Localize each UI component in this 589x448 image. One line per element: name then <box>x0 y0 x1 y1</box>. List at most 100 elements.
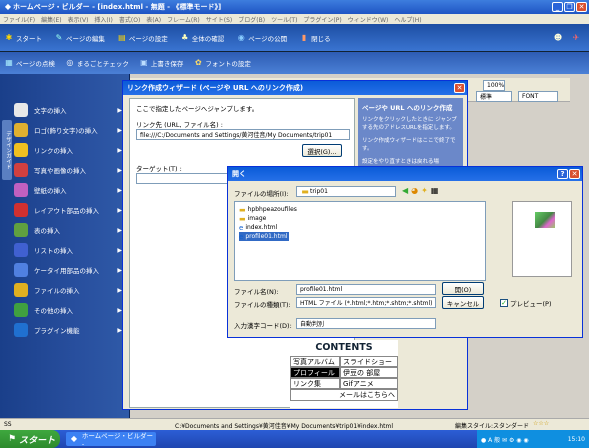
sidebar-item-10[interactable]: その他の挿入 ▶ <box>14 300 128 320</box>
page-check-icon: ▦ <box>5 58 13 67</box>
start-button[interactable]: ✱ スタート <box>4 33 42 43</box>
menu-item-9[interactable]: ツール(T) <box>271 15 297 24</box>
status-style: 編集スタイル:スタンダード <box>455 423 530 430</box>
menu-item-10[interactable]: プラグイン(P) <box>303 15 341 24</box>
open-dialog-titlebar: 開く ? ✕ <box>228 167 582 181</box>
menu-item-1[interactable]: 編集(E) <box>41 15 61 24</box>
preview-pane <box>512 201 572 277</box>
wizard-close-button[interactable]: ✕ <box>454 83 465 93</box>
file-name: image <box>247 215 267 222</box>
menu-item-6[interactable]: フレーム(R) <box>167 15 200 24</box>
tray-icons[interactable]: ● A 般 ✉ ⚙ ◉ ◉ <box>481 435 529 444</box>
taskbar-start-button[interactable]: ⚑ スタート <box>0 430 60 448</box>
file-list-item[interactable]: e profile01.html <box>239 232 290 241</box>
font-settings-button[interactable]: ✿ フォントの設定 <box>193 58 251 69</box>
menu-item-7[interactable]: サイト(S) <box>206 15 233 24</box>
open-dialog-title: 開く <box>232 170 246 178</box>
sidebar-item-4[interactable]: 壁紙の挿入 ▶ <box>14 180 128 200</box>
minimize-button[interactable]: _ <box>552 2 563 12</box>
contents-cell-gif[interactable]: Gifアニメ <box>340 378 398 389</box>
sidebar-item-9[interactable]: ファイルの挿入 ▶ <box>14 280 128 300</box>
location-select[interactable]: ▬ trip01 <box>296 186 396 197</box>
contents-cell-mail[interactable]: メールはこちらへ <box>290 389 398 401</box>
sidebar-item-8[interactable]: ケータイ用部品の挿入 ▶ <box>14 260 128 280</box>
sidebar-item-label: その他の挿入 <box>34 307 73 315</box>
filename-label: ファイル名(N): <box>234 288 279 296</box>
contents-cell-profile[interactable]: プロフィール <box>290 367 340 378</box>
window-titlebar: ◆ ホームページ・ビルダー - [index.html - 無題 - 《標準モー… <box>0 0 589 14</box>
nav-buttons: ◀ ◕ ✦ ▦ <box>402 186 438 195</box>
help-icon[interactable]: ✈ <box>571 33 581 43</box>
menu-item-0[interactable]: ファイル(F) <box>3 15 35 24</box>
page-check-button[interactable]: ▦ ページの点検 <box>4 58 55 69</box>
menu-item-8[interactable]: ブログ(B) <box>238 15 265 24</box>
style2-select[interactable]: 標準 <box>476 91 512 102</box>
up-folder-icon[interactable]: ◕ <box>411 186 418 195</box>
batch-check-button[interactable]: ◎ まるごとチェック <box>65 58 129 69</box>
page-settings-button[interactable]: ▤ ページの設定 <box>117 33 168 43</box>
sidebar-item-2[interactable]: リンクの挿入 ▶ <box>14 140 128 160</box>
wizard-titlebar: リンク作成ウィザード (ページや URL へのリンク作成) ✕ <box>123 81 467 95</box>
menu-item-4[interactable]: 書式(O) <box>119 15 140 24</box>
menu-item-11[interactable]: ウィンドウ(W) <box>348 15 389 24</box>
sidebar-item-7[interactable]: リストの挿入 ▶ <box>14 240 128 260</box>
sidebar-item-11[interactable]: プラグイン機能 ▶ <box>14 320 128 340</box>
taskbar-app-button[interactable]: ◆ ホームページ・ビルダー - <box>66 432 156 448</box>
secondary-toolbar: ▦ ページの点検 ◎ まるごとチェック ▣ 上書き保存 ✿ フォントの設定 <box>0 52 589 74</box>
close-window-button[interactable]: ✕ <box>576 2 587 12</box>
table-icon <box>14 223 28 237</box>
file-list-item[interactable]: e index.html <box>239 223 279 232</box>
page-edit-button[interactable]: ✎ ページの編集 <box>54 33 105 43</box>
sidebar-item-1[interactable]: ロゴ(飾り文字)の挿入 ▶ <box>14 120 128 140</box>
contents-cell-slideshow[interactable]: スライドショー <box>340 356 398 367</box>
new-folder-icon[interactable]: ✦ <box>421 186 428 195</box>
contents-cell-links[interactable]: リンク集 <box>290 378 340 389</box>
sidebar-item-3[interactable]: 写真や画像の挿入 ▶ <box>14 160 128 180</box>
help-title: ページや URL へのリンク作成 <box>362 104 453 112</box>
sidebar-item-5[interactable]: レイアウト部品の挿入 ▶ <box>14 200 128 220</box>
link-target-input[interactable]: file:///C:/Documents and Settings/黄河佳音/M… <box>136 129 350 140</box>
contents-cell-izu[interactable]: 伊豆の 部屋 <box>340 367 398 378</box>
open-button[interactable]: 開(O) <box>442 282 484 295</box>
contents-cell-album[interactable]: 写真アルバム <box>290 356 340 367</box>
door-icon: ▮ <box>301 32 307 42</box>
zoom-select[interactable]: 100% <box>483 80 505 91</box>
filename-input[interactable]: profile01.html <box>296 284 436 295</box>
font-select[interactable]: FONT <box>518 91 558 102</box>
back-icon[interactable]: ◀ <box>402 186 408 195</box>
menu-item-2[interactable]: 表示(V) <box>68 15 89 24</box>
open-close-button[interactable]: ✕ <box>569 169 580 179</box>
design-guide-tab[interactable]: デザインガイド <box>2 120 12 180</box>
menu-item-3[interactable]: 挿入(I) <box>94 15 112 24</box>
preview-image <box>535 212 555 228</box>
sidebar-item-6[interactable]: 表の挿入 ▶ <box>14 220 128 240</box>
encoding-select[interactable]: 自動判別 <box>296 318 436 329</box>
browse-button[interactable]: 選択(G)... <box>302 144 342 157</box>
check-all-button[interactable]: ♣ 全体の確認 <box>180 33 224 43</box>
other-icon <box>14 303 28 317</box>
cancel-button[interactable]: キャンセル <box>442 296 484 309</box>
restore-button[interactable]: ❐ <box>564 2 575 12</box>
file-list-item[interactable]: ▬ hpbhpeazoufiles <box>239 205 299 214</box>
sidebar-item-label: プラグイン機能 <box>34 327 80 335</box>
open-help-button[interactable]: ? <box>557 169 568 179</box>
mobile-icon <box>14 263 28 277</box>
menu-item-5[interactable]: 表(A) <box>146 15 161 24</box>
publish-button[interactable]: ◉ ページの公開 <box>236 33 287 43</box>
target-input[interactable] <box>136 173 236 184</box>
plugin-icon <box>14 323 28 337</box>
file-list-item[interactable]: ▬ image <box>239 214 268 223</box>
sidebar-item-label: ファイルの挿入 <box>34 287 80 295</box>
image-icon <box>14 163 28 177</box>
user-icon[interactable]: ☻ <box>553 33 563 43</box>
help-text-3: 設定をやり直すときは戻れる場 <box>362 159 440 165</box>
view-menu-icon[interactable]: ▦ <box>431 186 439 195</box>
menu-item-12[interactable]: ヘルプ(H) <box>394 15 421 24</box>
preview-checkbox[interactable]: ✓ プレビュー(P) <box>500 298 552 308</box>
globe-icon: ◉ <box>237 32 245 42</box>
sidebar-item-label: リンクの挿入 <box>34 147 73 155</box>
overwrite-save-button[interactable]: ▣ 上書き保存 <box>139 58 183 69</box>
close-button[interactable]: ▮ 閉じる <box>299 33 331 43</box>
sidebar-item-0[interactable]: 文字の挿入 ▶ <box>14 100 128 120</box>
filetype-select[interactable]: HTML ファイル (*.html;*.htm;*.shtm;*.shtml) <box>296 297 436 308</box>
